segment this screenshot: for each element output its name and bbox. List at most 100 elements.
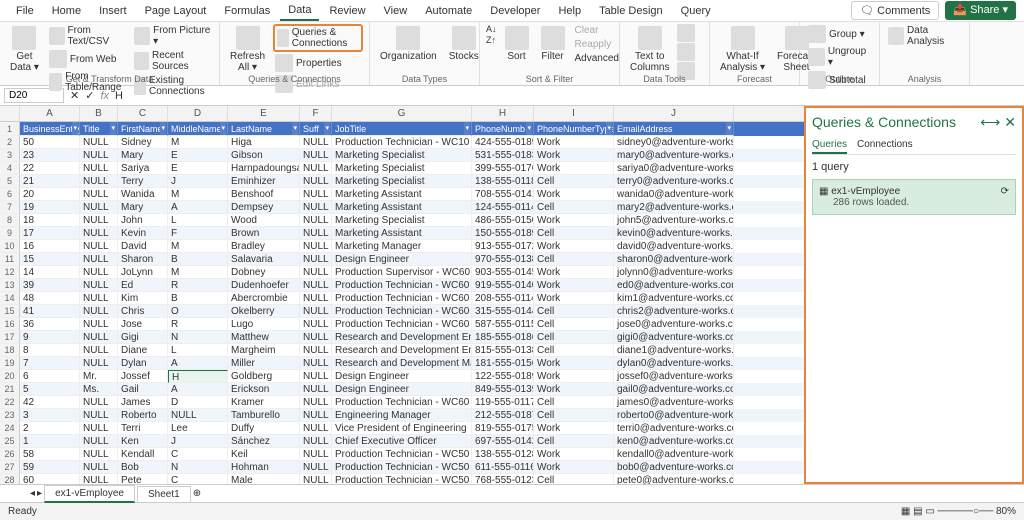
remove-dup-icon[interactable] [677, 43, 695, 61]
organization-type[interactable]: Organization [376, 24, 441, 64]
from-picture[interactable]: From Picture ▾ [132, 24, 213, 48]
group-label: Analysis [880, 74, 969, 84]
menu-bar: File Home Insert Page Layout Formulas Da… [0, 0, 1024, 22]
group-button[interactable]: Group ▾ [806, 24, 873, 44]
table-row[interactable]: 1541NULLChrisOOkelberryNULLProduction Te… [0, 305, 804, 318]
queries-connections-button[interactable]: Queries & Connections [273, 24, 363, 52]
table-row[interactable]: 206Mr.JossefHGoldbergNULLDesign Engineer… [0, 370, 804, 383]
filter-button[interactable]: Filter [537, 24, 569, 64]
stocks-type[interactable]: Stocks [445, 24, 483, 64]
tab-query[interactable]: Query [673, 2, 719, 20]
filter-icon [541, 26, 565, 50]
sort-icon [505, 26, 529, 50]
query-item[interactable]: ▦ ex1-vEmployee⟳ 286 rows loaded. [812, 179, 1016, 215]
table-row[interactable]: 818NULLJohnLWoodNULLMarketing Specialist… [0, 214, 804, 227]
column-headers[interactable]: ABCDEFGHIJ [0, 106, 804, 122]
comments-button[interactable]: 🗨 Comments [851, 1, 939, 20]
ribbon: Get Data ▾ From Text/CSV From Web From T… [0, 22, 1024, 86]
ungroup-icon [808, 48, 825, 66]
clock-icon [134, 52, 149, 70]
stocks-icon [452, 26, 476, 50]
queries-pane: Queries & Connections ⟷ ✕ Queries Connect… [804, 106, 1024, 484]
table-row[interactable]: 215Ms.GailAEricksonNULLDesign Engineer84… [0, 383, 804, 396]
get-data-button[interactable]: Get Data ▾ [6, 24, 43, 75]
table-row[interactable]: 1339NULLEdRDudenhoeferNULLProduction Tec… [0, 279, 804, 292]
from-web[interactable]: From Web [47, 49, 128, 69]
tab-developer[interactable]: Developer [482, 2, 548, 20]
tab-insert[interactable]: Insert [91, 2, 135, 20]
table-row[interactable]: 1214NULLJoLynnMDobneyNULLProduction Supe… [0, 266, 804, 279]
worksheet-grid[interactable]: ABCDEFGHIJ 1BusinessEntityTitleFirstName… [0, 106, 804, 484]
table-row[interactable]: 1448NULLKimBAbercrombieNULLProduction Te… [0, 292, 804, 305]
reapply-filter[interactable]: Reapply [573, 38, 621, 51]
tab-help[interactable]: Help [550, 2, 589, 20]
clear-filter[interactable]: Clear [573, 24, 621, 37]
group-label: Sort & Filter [480, 74, 619, 84]
queries-tab[interactable]: Queries [812, 137, 847, 154]
from-text-csv[interactable]: From Text/CSV [47, 24, 128, 48]
table-row[interactable]: 2860NULLPeteCMaleNULLProduction Technici… [0, 474, 804, 484]
sort-button[interactable]: Sort [501, 24, 533, 64]
tab-file[interactable]: File [8, 2, 42, 20]
tab-automate[interactable]: Automate [417, 2, 480, 20]
table-row[interactable]: 917NULLKevinFBrownNULLMarketing Assistan… [0, 227, 804, 240]
table-row[interactable]: 197NULLDylanAMillerNULLResearch and Deve… [0, 357, 804, 370]
table-row[interactable]: 1016NULLDavidMBradleyNULLMarketing Manag… [0, 240, 804, 253]
group-label: Get & Transform Data [0, 74, 219, 84]
sheet-tabs: ◂ ▸ ex1-vEmployee Sheet1 ⊕ [0, 484, 1024, 502]
connections-tab[interactable]: Connections [857, 137, 913, 154]
image-icon [134, 27, 150, 45]
tab-data[interactable]: Data [280, 1, 319, 21]
refresh-all-button[interactable]: Refresh All ▾ [226, 24, 269, 75]
pane-title: Queries & Connections [812, 114, 956, 131]
recent-sources[interactable]: Recent Sources [132, 49, 213, 73]
table-row[interactable]: 233NULLRobertoNULLTamburelloNULLEngineer… [0, 409, 804, 422]
tab-table-design[interactable]: Table Design [591, 2, 671, 20]
data-analysis-button[interactable]: Data Analysis [886, 24, 963, 48]
tab-formulas[interactable]: Formulas [216, 2, 278, 20]
props-icon [275, 54, 293, 72]
table-row[interactable]: 521NULLTerryJEminhizerNULLMarketing Spec… [0, 175, 804, 188]
table-row[interactable]: 2658NULLKendallCKeilNULLProduction Techn… [0, 448, 804, 461]
table-row[interactable]: 719NULLMaryADempseyNULLMarketing Assista… [0, 201, 804, 214]
analysis-icon [888, 27, 904, 45]
nav-first-icon[interactable]: ◂ [30, 488, 35, 499]
properties-button[interactable]: Properties [273, 53, 363, 73]
nav-last-icon[interactable]: ▸ [37, 488, 42, 499]
expand-icon[interactable]: ⟷ [980, 114, 1000, 130]
sheet-tab[interactable]: Sheet1 [137, 486, 191, 502]
ttc-icon [638, 26, 662, 50]
table-row[interactable]: 2242NULLJamesDKramerNULLProduction Techn… [0, 396, 804, 409]
table-row[interactable]: 422NULLSariyaEHarnpadoungsatayaNULLMarke… [0, 162, 804, 175]
tab-page-layout[interactable]: Page Layout [137, 2, 215, 20]
tab-view[interactable]: View [376, 2, 416, 20]
connections-icon [277, 29, 289, 47]
tab-home[interactable]: Home [44, 2, 89, 20]
text-to-columns[interactable]: Text to Columns [626, 24, 673, 75]
new-sheet-icon[interactable]: ⊕ [193, 488, 201, 499]
table-body[interactable]: 1BusinessEntityTitleFirstNameMiddleNameL… [0, 122, 804, 484]
table-row[interactable]: 188NULLDianeLMargheimNULLResearch and De… [0, 344, 804, 357]
refresh-query-icon[interactable]: ⟳ [1001, 186, 1009, 197]
table-row[interactable]: 242NULLTerriLeeDuffyNULLVice President o… [0, 422, 804, 435]
table-row[interactable]: 1636NULLJoseRLugoNULLProduction Technici… [0, 318, 804, 331]
sheet-tab[interactable]: ex1-vEmployee [44, 485, 135, 503]
table-row[interactable]: 323NULLMaryEGibsonNULLMarketing Speciali… [0, 149, 804, 162]
table-row[interactable]: 1115NULLSharonBSalavariaNULLDesign Engin… [0, 253, 804, 266]
table-row[interactable]: 2759NULLBobNHohmanNULLProduction Technic… [0, 461, 804, 474]
table-row[interactable]: 250NULLSidneyMHigaNULLProduction Technic… [0, 136, 804, 149]
what-if-button[interactable]: What-If Analysis ▾ [716, 24, 769, 75]
whatif-icon [731, 26, 755, 50]
table-row[interactable]: 179NULLGigiNMatthewNULLResearch and Deve… [0, 331, 804, 344]
group-label: Queries & Connections [220, 74, 369, 84]
group-icon [808, 25, 826, 43]
table-row[interactable]: 620NULLWanidaMBenshoofNULLMarketing Assi… [0, 188, 804, 201]
share-button[interactable]: 📤 Share ▾ [945, 1, 1016, 20]
tab-review[interactable]: Review [321, 2, 373, 20]
close-icon[interactable]: ✕ [1004, 114, 1016, 130]
advanced-filter[interactable]: Advanced [573, 52, 621, 65]
ungroup-button[interactable]: Ungroup ▾ [806, 45, 873, 69]
table-row[interactable]: 251NULLKenJSánchezNULLChief Executive Of… [0, 435, 804, 448]
group-label: Forecast [710, 74, 799, 84]
flash-fill-icon[interactable] [677, 24, 695, 42]
